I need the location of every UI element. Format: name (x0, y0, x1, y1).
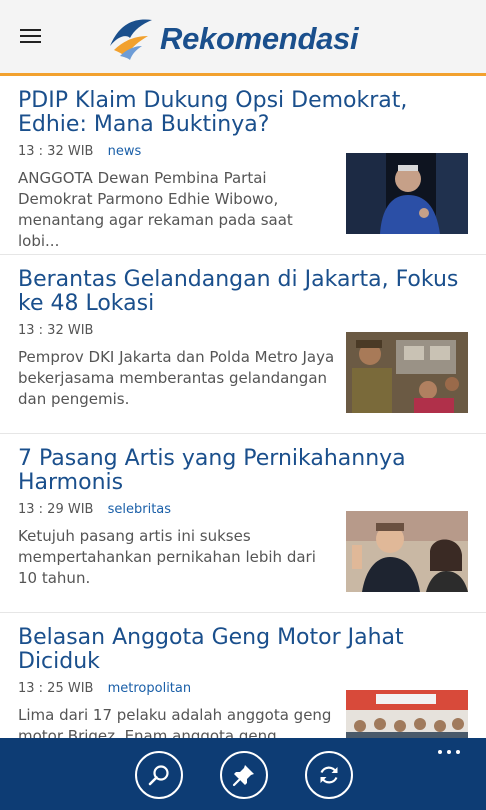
article-category[interactable]: metropolitan (108, 681, 192, 696)
more-dots-icon[interactable] (437, 742, 461, 754)
article-card[interactable]: Berantas Gelandangan di Jakarta, Fokus k… (0, 255, 486, 434)
refresh-icon (320, 766, 338, 784)
article-card[interactable]: Belasan Anggota Geng Motor Jahat Diciduk… (0, 613, 486, 738)
article-meta: 13 : 32 WIB news (18, 144, 141, 159)
article-summary: Ketujuh pasang artis ini sukses memperta… (18, 527, 316, 587)
article-meta: 13 : 29 WIB selebritas (18, 502, 171, 517)
article-meta: 13 : 32 WIB (18, 323, 103, 338)
pin-button[interactable] (220, 751, 268, 799)
article-card[interactable]: 7 Pasang Artis yang Pernikahannya Harmon… (0, 434, 486, 613)
article-summary: ANGGOTA Dewan Pembina Partai Demokrat Pa… (18, 169, 293, 250)
article-time: 13 : 25 WIB (18, 681, 94, 696)
article-thumbnail[interactable] (346, 153, 468, 234)
brand-name: Rekomendasi (160, 21, 359, 56)
article-title[interactable]: 7 Pasang Artis yang Pernikahannya Harmon… (18, 447, 468, 495)
article-title[interactable]: Berantas Gelandangan di Jakarta, Fokus k… (18, 268, 468, 316)
article-thumbnail[interactable] (346, 690, 468, 738)
article-time: 13 : 29 WIB (18, 502, 94, 517)
article-time: 13 : 32 WIB (18, 144, 94, 159)
refresh-button[interactable] (305, 751, 353, 799)
brand-logo: Rekomendasi (106, 14, 359, 64)
search-icon (148, 765, 169, 786)
article-category[interactable]: selebritas (108, 502, 171, 517)
article-list: PDIP Klaim Dukung Opsi Demokrat, Edhie: … (0, 76, 486, 738)
article-thumbnail[interactable] (346, 511, 468, 592)
article-thumbnail[interactable] (346, 332, 468, 413)
pin-icon (232, 765, 254, 787)
article-summary: Lima dari 17 pelaku adalah anggota geng … (18, 706, 332, 738)
article-title[interactable]: Belasan Anggota Geng Motor Jahat Diciduk (18, 626, 468, 674)
eagle-logo-icon (110, 19, 152, 60)
article-card[interactable]: PDIP Klaim Dukung Opsi Demokrat, Edhie: … (0, 76, 486, 255)
article-meta: 13 : 25 WIB metropolitan (18, 681, 191, 696)
article-summary: Pemprov DKI Jakarta dan Polda Metro Jaya… (18, 348, 335, 408)
article-category[interactable]: news (108, 144, 142, 159)
search-button[interactable] (135, 751, 183, 799)
article-time: 13 : 32 WIB (18, 323, 94, 338)
app-header: Rekomendasi (0, 0, 486, 76)
app-bar (0, 738, 486, 810)
article-title[interactable]: PDIP Klaim Dukung Opsi Demokrat, Edhie: … (18, 89, 468, 137)
hamburger-menu-icon[interactable] (20, 29, 41, 44)
